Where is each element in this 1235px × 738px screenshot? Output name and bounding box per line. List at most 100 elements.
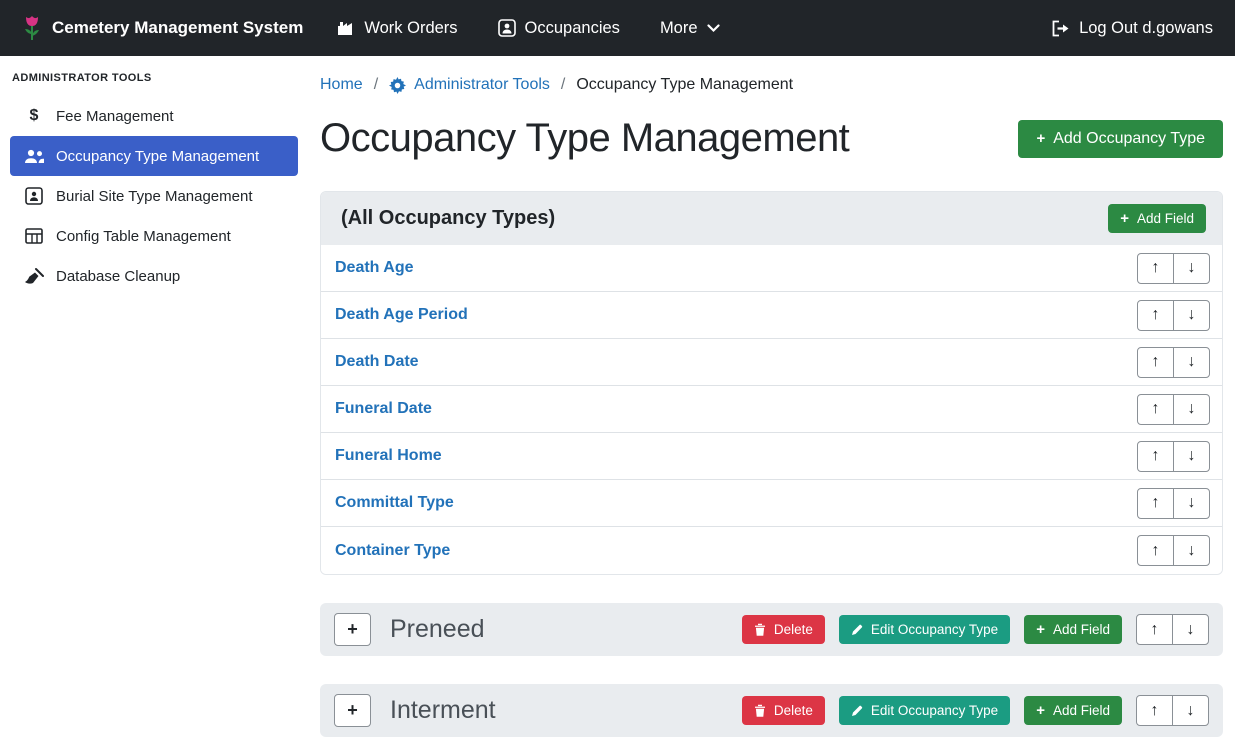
move-down-button[interactable]: ↓ bbox=[1172, 695, 1209, 726]
reorder-group: ↑ ↓ bbox=[1137, 300, 1210, 331]
chevron-down-icon bbox=[707, 24, 720, 33]
sidebar-item-fee-management[interactable]: $ Fee Management bbox=[10, 96, 298, 136]
delete-button[interactable]: Delete bbox=[742, 696, 825, 725]
arrow-up-icon: ↑ bbox=[1152, 306, 1160, 324]
arrow-up-icon: ↑ bbox=[1152, 542, 1160, 560]
add-occupancy-type-button[interactable]: + Add Occupancy Type bbox=[1018, 120, 1223, 158]
arrow-up-icon: ↑ bbox=[1152, 494, 1160, 512]
move-down-button[interactable]: ↓ bbox=[1173, 347, 1210, 378]
trash-icon bbox=[754, 704, 766, 717]
users-icon bbox=[23, 149, 45, 164]
table-icon bbox=[23, 228, 45, 244]
move-down-button[interactable]: ↓ bbox=[1173, 253, 1210, 284]
nav-item-label: More bbox=[660, 19, 698, 38]
breadcrumb-home-link[interactable]: Home bbox=[320, 76, 363, 94]
move-up-button[interactable]: ↑ bbox=[1136, 695, 1173, 726]
add-field-button[interactable]: + Add Field bbox=[1024, 696, 1122, 725]
breadcrumb-separator: / bbox=[561, 76, 565, 94]
field-link[interactable]: Death Date bbox=[335, 353, 419, 371]
sidebar-item-database-cleanup[interactable]: Database Cleanup bbox=[10, 256, 298, 296]
breadcrumb-admin-tools-label: Administrator Tools bbox=[414, 76, 550, 94]
plus-icon: + bbox=[1120, 211, 1129, 226]
move-down-button[interactable]: ↓ bbox=[1172, 614, 1209, 645]
reorder-group: ↑ ↓ bbox=[1137, 441, 1210, 472]
add-field-button[interactable]: + Add Field bbox=[1108, 204, 1206, 233]
work-orders-icon bbox=[337, 20, 355, 36]
move-up-button[interactable]: ↑ bbox=[1137, 535, 1174, 566]
expand-button[interactable]: + bbox=[334, 613, 371, 646]
move-down-button[interactable]: ↓ bbox=[1173, 535, 1210, 566]
pencil-icon bbox=[851, 705, 863, 717]
breadcrumb-separator: / bbox=[374, 76, 378, 94]
section-preneed: + Preneed Delete Edit Occupancy Type + bbox=[320, 603, 1223, 656]
move-up-button[interactable]: ↑ bbox=[1137, 394, 1174, 425]
add-field-label: Add Field bbox=[1053, 622, 1110, 637]
sidebar-item-config-table-management[interactable]: Config Table Management bbox=[10, 216, 298, 256]
arrow-up-icon: ↑ bbox=[1152, 447, 1160, 465]
sidebar-item-burial-site-type-management[interactable]: Burial Site Type Management bbox=[10, 176, 298, 216]
arrow-up-icon: ↑ bbox=[1151, 621, 1159, 639]
field-link[interactable]: Container Type bbox=[335, 542, 450, 560]
field-link[interactable]: Committal Type bbox=[335, 494, 454, 512]
arrow-down-icon: ↓ bbox=[1188, 400, 1196, 418]
add-field-label: Add Field bbox=[1053, 703, 1110, 718]
field-link[interactable]: Death Age Period bbox=[335, 306, 468, 324]
arrow-down-icon: ↓ bbox=[1188, 306, 1196, 324]
section-interment: + Interment Delete Edit Occupancy Type + bbox=[320, 684, 1223, 737]
move-up-button[interactable]: ↑ bbox=[1136, 614, 1173, 645]
delete-button[interactable]: Delete bbox=[742, 615, 825, 644]
arrow-up-icon: ↑ bbox=[1152, 400, 1160, 418]
arrow-down-icon: ↓ bbox=[1187, 702, 1195, 720]
move-down-button[interactable]: ↓ bbox=[1173, 300, 1210, 331]
all-occupancy-types-card: (All Occupancy Types) + Add Field Death … bbox=[320, 191, 1223, 575]
reorder-group: ↑ ↓ bbox=[1137, 394, 1210, 425]
arrow-up-icon: ↑ bbox=[1151, 702, 1159, 720]
logout-link[interactable]: Log Out d.gowans bbox=[1051, 19, 1213, 38]
move-up-button[interactable]: ↑ bbox=[1137, 347, 1174, 378]
nav-links: Work Orders Occupancies More bbox=[337, 19, 719, 38]
field-row: Death Age ↑ ↓ bbox=[321, 245, 1222, 292]
sidebar: ADMINISTRATOR TOOLS $ Fee Management Occ… bbox=[0, 56, 308, 738]
sidebar-item-occupancy-type-management[interactable]: Occupancy Type Management bbox=[10, 136, 298, 176]
edit-occupancy-type-button[interactable]: Edit Occupancy Type bbox=[839, 615, 1010, 644]
move-up-button[interactable]: ↑ bbox=[1137, 300, 1174, 331]
nav-item-occupancies[interactable]: Occupancies bbox=[498, 19, 620, 38]
edit-occupancy-type-button[interactable]: Edit Occupancy Type bbox=[839, 696, 1010, 725]
title-row: Occupancy Type Management + Add Occupanc… bbox=[320, 116, 1223, 161]
move-down-button[interactable]: ↓ bbox=[1173, 394, 1210, 425]
page-title: Occupancy Type Management bbox=[320, 116, 849, 161]
brand-link[interactable]: Cemetery Management System bbox=[22, 15, 303, 42]
reorder-group: ↑ ↓ bbox=[1137, 347, 1210, 378]
trash-icon bbox=[754, 623, 766, 636]
move-up-button[interactable]: ↑ bbox=[1137, 441, 1174, 472]
field-link[interactable]: Death Age bbox=[335, 259, 414, 277]
tulip-icon bbox=[22, 15, 42, 42]
field-link[interactable]: Funeral Date bbox=[335, 400, 432, 418]
field-row: Death Age Period ↑ ↓ bbox=[321, 292, 1222, 339]
move-up-button[interactable]: ↑ bbox=[1137, 253, 1174, 284]
nav-item-work-orders[interactable]: Work Orders bbox=[337, 19, 457, 38]
field-row: Committal Type ↑ ↓ bbox=[321, 480, 1222, 527]
arrow-down-icon: ↓ bbox=[1188, 494, 1196, 512]
sidebar-item-label: Database Cleanup bbox=[56, 268, 180, 285]
occupancies-icon bbox=[498, 19, 516, 37]
add-field-button[interactable]: + Add Field bbox=[1024, 615, 1122, 644]
expand-button[interactable]: + bbox=[334, 694, 371, 727]
breadcrumb: Home / Administrator Tools / Occupancy T… bbox=[320, 70, 1223, 94]
add-field-label: Add Field bbox=[1137, 211, 1194, 226]
main-content: Home / Administrator Tools / Occupancy T… bbox=[308, 56, 1235, 738]
breadcrumb-current: Occupancy Type Management bbox=[576, 76, 793, 94]
breadcrumb-admin-tools-link[interactable]: Administrator Tools bbox=[389, 76, 550, 94]
edit-label: Edit Occupancy Type bbox=[871, 703, 998, 718]
arrow-down-icon: ↓ bbox=[1188, 259, 1196, 277]
move-down-button[interactable]: ↓ bbox=[1173, 441, 1210, 472]
section-title: Interment bbox=[390, 696, 496, 725]
logout-icon bbox=[1051, 20, 1070, 37]
nav-item-more[interactable]: More bbox=[660, 19, 720, 38]
sidebar-item-label: Occupancy Type Management bbox=[56, 148, 259, 165]
move-down-button[interactable]: ↓ bbox=[1173, 488, 1210, 519]
plus-icon: + bbox=[1036, 703, 1045, 718]
move-up-button[interactable]: ↑ bbox=[1137, 488, 1174, 519]
field-link[interactable]: Funeral Home bbox=[335, 447, 442, 465]
nav-item-label: Work Orders bbox=[364, 19, 457, 38]
